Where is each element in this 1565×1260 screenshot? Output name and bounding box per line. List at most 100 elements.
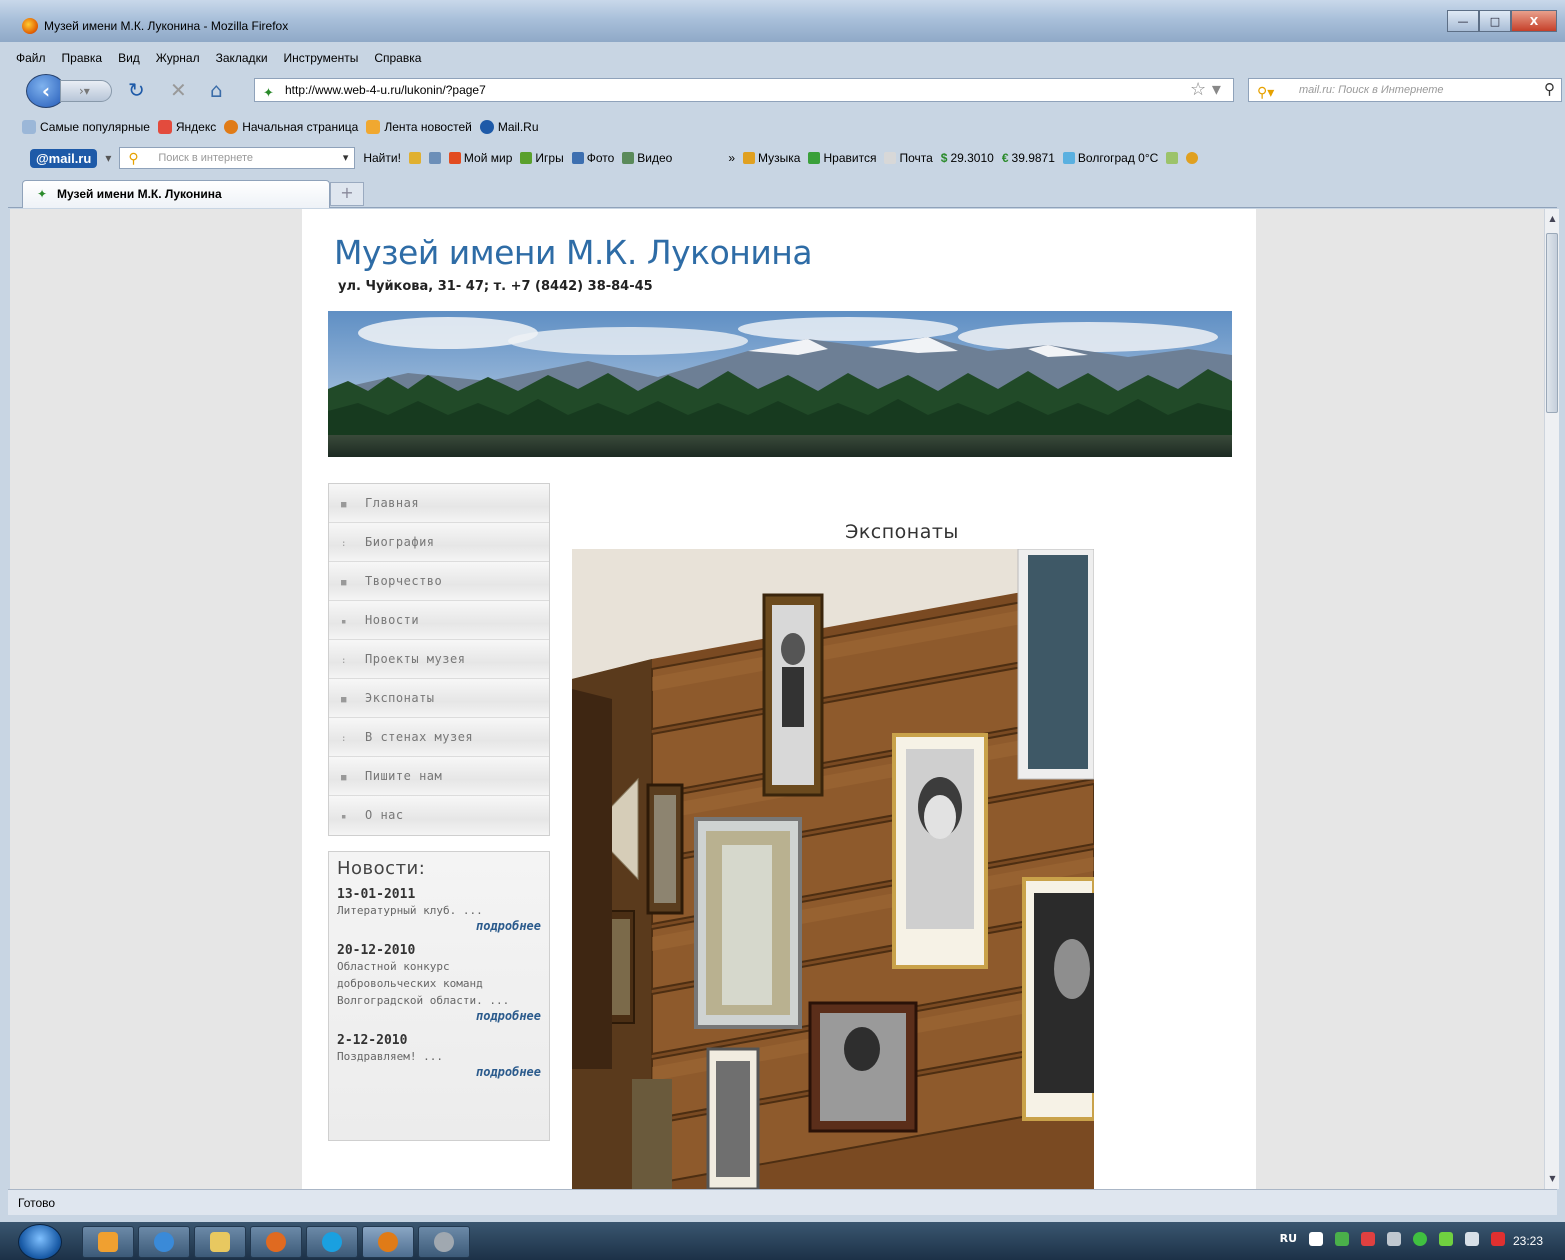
nav-item-exhibits[interactable]: ■ Экспонаты	[329, 679, 549, 718]
bullet-icon: ■	[341, 500, 347, 510]
news-more-link[interactable]: подробнее	[337, 919, 541, 933]
tray-icon[interactable]	[1309, 1232, 1323, 1246]
bookmark-start-page[interactable]: Начальная страница	[224, 116, 358, 138]
bookmark-mailru[interactable]: Mail.Ru	[479, 116, 539, 138]
dropdown-arrow-icon[interactable]: ▾	[105, 151, 111, 165]
mailru-find-button[interactable]: Найти!	[363, 151, 401, 165]
bookmark-news-feed[interactable]: Лента новостей	[366, 116, 472, 138]
taskbar-explorer[interactable]	[194, 1226, 246, 1258]
forward-button[interactable]: ›▾	[60, 80, 112, 102]
language-indicator[interactable]: RU	[1280, 1232, 1297, 1246]
taskbar-skype[interactable]	[306, 1226, 358, 1258]
bookmark-label: Начальная страница	[242, 120, 359, 134]
nav-item-news[interactable]: ▪ Новости	[329, 601, 549, 640]
menu-view[interactable]: Вид	[110, 48, 148, 68]
toolbar-mail[interactable]: Почта	[884, 151, 933, 165]
bookmark-popular[interactable]: Самые популярные	[22, 116, 150, 138]
menu-edit[interactable]: Правка	[54, 48, 111, 68]
toolbar-games[interactable]: Игры	[520, 151, 564, 165]
toolbar-label: Мой мир	[463, 151, 513, 165]
toolbar-overflow-button[interactable]: »	[728, 151, 735, 165]
toolbar-eur-rate[interactable]: €39.9871	[1002, 151, 1055, 165]
tab-museum[interactable]: ✦ Музей имени М.К. Луконина	[22, 180, 330, 208]
mailru-search-input[interactable]: Поиск в интернете	[119, 147, 356, 169]
mailru-logo[interactable]: @mail.ru	[30, 148, 98, 168]
nav-item-creativity[interactable]: ■ Творчество	[329, 562, 549, 601]
status-text: Готово	[18, 1196, 56, 1210]
toolbar-photo[interactable]: Фото	[571, 151, 614, 165]
search-engine-icon[interactable]: ⚲▾	[1257, 81, 1274, 103]
taskbar-internet-explorer[interactable]	[138, 1226, 190, 1258]
header-banner-image	[328, 311, 1232, 457]
menu-help[interactable]: Справка	[366, 48, 429, 68]
skype-icon	[322, 1232, 342, 1252]
taskbar-app-orange[interactable]	[250, 1226, 302, 1258]
menu-history[interactable]: Журнал	[148, 48, 208, 68]
map-icon[interactable]	[1166, 152, 1179, 164]
flag-icon[interactable]	[1491, 1232, 1505, 1246]
menu-file[interactable]: Файл	[8, 48, 54, 68]
network-icon[interactable]	[1465, 1232, 1479, 1246]
nav-item-projects[interactable]: : Проекты музея	[329, 640, 549, 679]
stop-icon[interactable]: ✕	[170, 79, 187, 101]
bookmark-star-icon[interactable]: ☆ ▾	[1190, 79, 1221, 100]
close-button[interactable]: X	[1511, 10, 1557, 32]
window-title: Музей имени М.К. Луконина - Mozilla Fire…	[44, 19, 289, 33]
maximize-button[interactable]: □	[1479, 10, 1511, 32]
site-title: Музей имени М.К. Луконина	[334, 233, 813, 272]
site-address: ул. Чуйкова, 31- 47; т. +7 (8442) 38-84-…	[338, 279, 653, 294]
taskbar-clock[interactable]: 23:23	[1513, 1234, 1543, 1248]
scrollbar-thumb[interactable]	[1546, 233, 1558, 413]
toolbar-music[interactable]: Музыка	[743, 151, 800, 165]
nav-item-label: В стенах музея	[365, 730, 474, 744]
bookmark-yandex[interactable]: Яндекс	[157, 116, 216, 138]
bullet-icon: ■	[341, 578, 347, 588]
new-tab-button[interactable]: +	[330, 182, 364, 206]
toolbar-my-world[interactable]: Мой мир	[448, 151, 513, 165]
url-input[interactable]: ✦ http://www.web-4-u.ru/lukonin/?page7	[254, 78, 1234, 102]
toolbar-video[interactable]: Видео	[622, 151, 672, 165]
menu-bookmarks[interactable]: Закладки	[208, 48, 276, 68]
bullet-icon: :	[341, 656, 347, 666]
nav-item-about[interactable]: ▪ О нас	[329, 796, 549, 835]
menu-tools[interactable]: Инструменты	[276, 48, 367, 68]
toolbar-like[interactable]: Нравится	[808, 151, 876, 165]
vertical-scrollbar[interactable]: ▲ ▼	[1544, 209, 1559, 1189]
status-bar: Готово	[8, 1189, 1557, 1215]
reload-icon[interactable]: ↻	[128, 79, 145, 101]
start-button[interactable]	[18, 1224, 62, 1260]
mailru-search-placeholder: Поиск в интернете	[158, 152, 254, 164]
media-player-icon	[98, 1232, 118, 1252]
toolbar-usd-rate[interactable]: $29.3010	[941, 151, 994, 165]
content-heading: Экспонаты	[845, 521, 959, 543]
screen-icon[interactable]	[428, 152, 441, 164]
settings-gear-icon[interactable]	[1186, 152, 1199, 164]
tray-icon[interactable]	[1439, 1232, 1453, 1246]
tray-icon[interactable]	[1361, 1232, 1375, 1246]
pencil-icon[interactable]	[408, 152, 421, 164]
scroll-up-arrow-icon[interactable]: ▲	[1545, 211, 1560, 227]
search-go-icon[interactable]: ⚲	[1544, 79, 1555, 101]
home-icon[interactable]: ⌂	[210, 79, 223, 101]
toolbar-label: Нравится	[823, 151, 877, 165]
nav-item-write-us[interactable]: ■ Пишите нам	[329, 757, 549, 796]
taskbar-firefox[interactable]	[362, 1226, 414, 1258]
nav-item-home[interactable]: ■ Главная	[329, 484, 549, 523]
tray-icon[interactable]	[1335, 1232, 1349, 1246]
nav-item-label: Главная	[365, 496, 420, 510]
nav-item-biography[interactable]: : Биография	[329, 523, 549, 562]
search-input[interactable]: ⚲▾ mail.ru: Поиск в Интернете ⚲	[1248, 78, 1562, 102]
minimize-button[interactable]: —	[1447, 10, 1479, 32]
taskbar-media-player[interactable]	[82, 1226, 134, 1258]
news-more-link[interactable]: подробнее	[337, 1009, 541, 1023]
scroll-down-arrow-icon[interactable]: ▼	[1545, 1171, 1560, 1187]
my-world-icon	[448, 152, 461, 164]
nav-item-in-museum[interactable]: : В стенах музея	[329, 718, 549, 757]
taskbar-app-gray[interactable]	[418, 1226, 470, 1258]
volume-icon[interactable]	[1387, 1232, 1401, 1246]
news-more-link[interactable]: подробнее	[337, 1065, 541, 1079]
euro-icon: €	[1001, 151, 1009, 165]
toolbar-weather[interactable]: Волгоград 0°C	[1062, 151, 1158, 165]
weather-icon	[1062, 152, 1075, 164]
tray-icon[interactable]	[1413, 1232, 1427, 1246]
